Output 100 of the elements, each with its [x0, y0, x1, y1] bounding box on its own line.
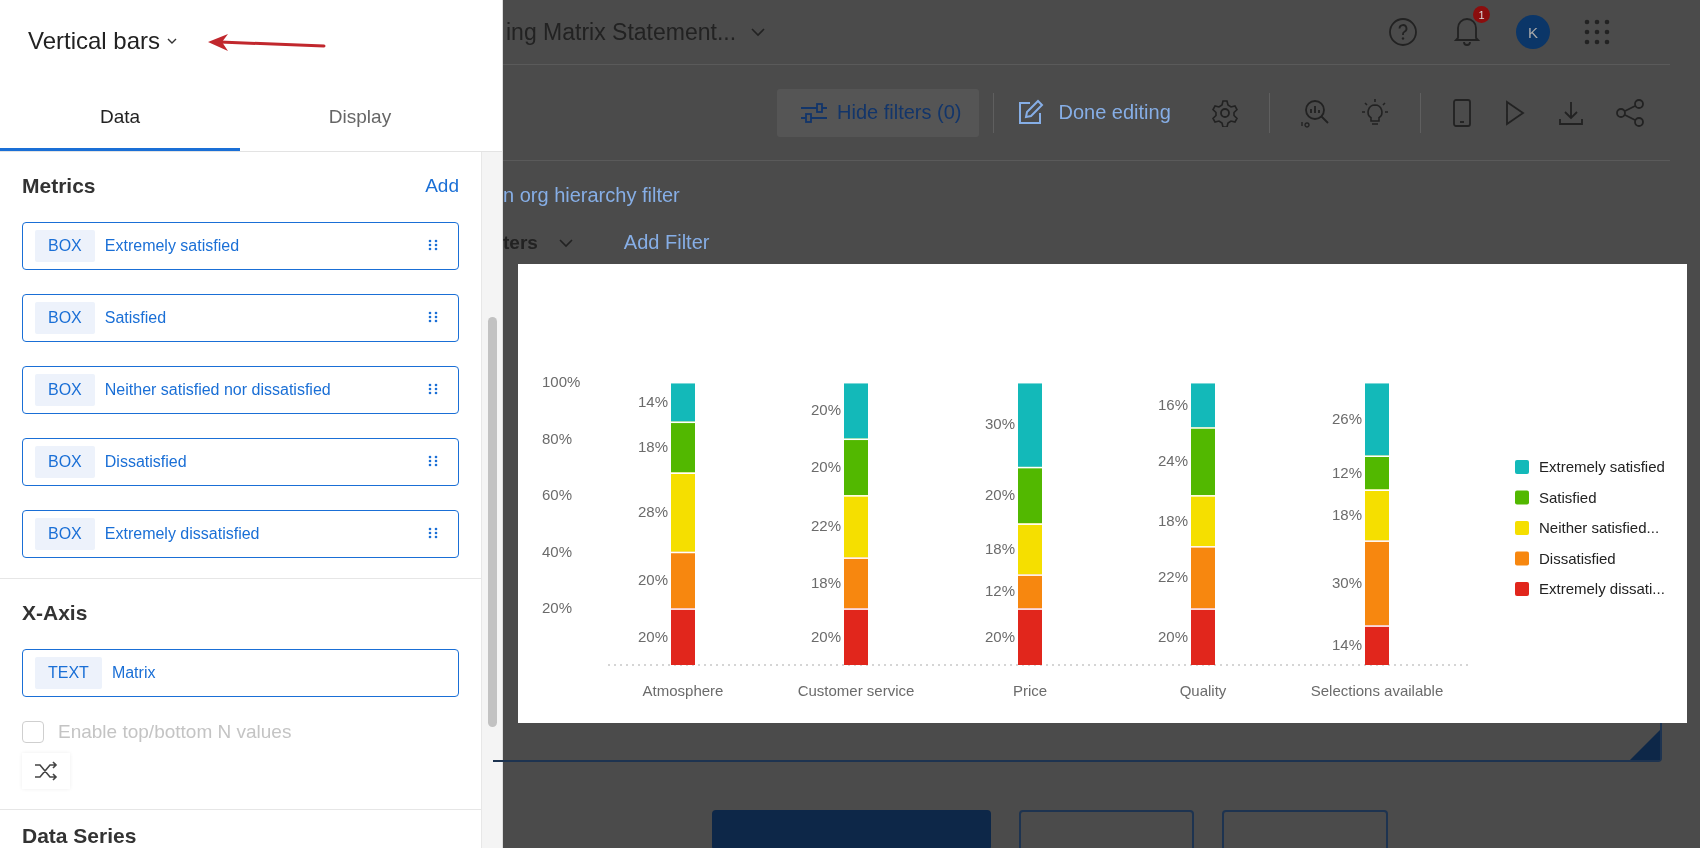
- category-label: Atmosphere: [642, 682, 724, 699]
- value-label: 20%: [984, 627, 1015, 645]
- help-icon[interactable]: [1388, 17, 1418, 47]
- legend-label: Neither satisfied...: [1539, 519, 1660, 536]
- y-axis-label: 60%: [542, 486, 573, 504]
- category-label: Selections available: [1310, 682, 1444, 699]
- value-label: 22%: [810, 517, 841, 535]
- drag-handle-icon[interactable]: [428, 383, 438, 397]
- pencil-icon: [1016, 98, 1045, 127]
- lightbulb-icon[interactable]: [1359, 97, 1390, 128]
- section-title: X-Axis: [22, 601, 88, 625]
- y-axis-label: 80%: [542, 429, 573, 447]
- mobile-phone-icon[interactable]: [1450, 97, 1473, 128]
- value-label: 24%: [1157, 452, 1188, 470]
- chevron-down-icon: [166, 36, 179, 45]
- value-label: 14%: [1331, 636, 1362, 654]
- primary-button[interactable]: [712, 810, 991, 848]
- category-label: Quality: [1179, 682, 1227, 699]
- drag-handle-icon[interactable]: [428, 239, 438, 253]
- done-editing-button[interactable]: Done editing: [1016, 98, 1171, 127]
- axis-label: Matrix: [111, 664, 157, 682]
- metric-label: Dissatisfied: [104, 453, 188, 471]
- y-axis-label: 20%: [542, 599, 573, 617]
- value-label: 12%: [984, 582, 1015, 600]
- type-tag: BOX: [35, 518, 95, 550]
- drag-handle-icon[interactable]: [428, 311, 438, 325]
- bar-segment: [844, 495, 868, 558]
- scrollbar-thumb[interactable]: [487, 317, 497, 727]
- metric-field[interactable]: BOX Dissatisfied: [22, 438, 459, 486]
- sliders-icon: [799, 100, 829, 125]
- checkbox-label: Enable top/bottom N values: [58, 721, 292, 743]
- chevron-down-icon: [557, 237, 574, 248]
- insights-search-icon[interactable]: [1299, 97, 1330, 128]
- type-tag: TEXT: [35, 657, 102, 689]
- type-tag: BOX: [35, 230, 95, 262]
- value-label: 16%: [1157, 395, 1188, 413]
- metric-field[interactable]: BOX Extremely satisfied: [22, 222, 459, 270]
- tab[interactable]: Display: [240, 85, 480, 151]
- value-label: 22%: [1157, 568, 1188, 586]
- value-label: 12%: [1331, 463, 1362, 481]
- metric-label: Extremely dissatisfied: [104, 525, 261, 543]
- value-label: 18%: [637, 438, 668, 456]
- bar-segment: [1191, 546, 1215, 609]
- type-tag: BOX: [35, 446, 95, 478]
- value-label: 30%: [1331, 573, 1362, 591]
- metric-label: Satisfied: [104, 309, 168, 327]
- drag-handle-icon[interactable]: [428, 527, 438, 541]
- value-label: 18%: [984, 539, 1015, 557]
- outline-button[interactable]: [1222, 810, 1388, 848]
- shuffle-icon: [34, 761, 58, 781]
- app-grid-icon[interactable]: [1584, 19, 1610, 45]
- value-label: 18%: [1331, 506, 1362, 523]
- value-label: 26%: [1331, 409, 1362, 427]
- legend-label: Extremely dissati...: [1539, 580, 1665, 597]
- section-title: Metrics: [22, 174, 96, 198]
- outline-button[interactable]: [1019, 810, 1194, 848]
- value-label: 20%: [810, 457, 841, 475]
- category-label: Price: [1012, 682, 1048, 699]
- settings-icon[interactable]: [1210, 98, 1239, 127]
- user-avatar[interactable]: K: [1516, 15, 1550, 49]
- legend-label: Extremely satisfied: [1539, 458, 1665, 475]
- metric-field[interactable]: BOX Satisfied: [22, 294, 459, 342]
- bar-segment: [844, 382, 868, 439]
- bar-segment: [1191, 608, 1215, 665]
- category-label: Customer service: [797, 682, 915, 699]
- metric-field[interactable]: BOX Neither satisfied nor dissatisfied: [22, 366, 459, 414]
- value-label: 14%: [637, 392, 668, 410]
- y-axis-label: 40%: [542, 542, 573, 560]
- type-tag: BOX: [35, 302, 95, 334]
- metric-label: Extremely satisfied: [104, 237, 241, 255]
- y-axis-label: 100%: [542, 373, 581, 390]
- bar-segment: [844, 438, 868, 496]
- bar-segment: [671, 382, 695, 422]
- value-label: 30%: [984, 415, 1015, 433]
- value-label: 20%: [810, 627, 841, 645]
- section-title: Data Series: [22, 824, 138, 848]
- value-label: 20%: [637, 571, 668, 589]
- bar-segment: [1191, 495, 1215, 547]
- value-label: 28%: [637, 503, 668, 521]
- add-filter-link[interactable]: Add Filter: [623, 231, 710, 254]
- metric-field[interactable]: BOX Extremely dissatisfied: [22, 510, 459, 558]
- org-hierarchy-filter-link[interactable]: n org hierarchy filter: [503, 184, 1700, 207]
- bar-segment: [671, 551, 695, 609]
- shuffle-button[interactable]: [22, 753, 70, 789]
- legend-label: Satisfied: [1539, 488, 1597, 506]
- add-link[interactable]: Add: [425, 175, 459, 197]
- notification-badge: 1: [1473, 6, 1490, 23]
- drag-handle-icon[interactable]: [428, 455, 438, 469]
- bar-segment: [844, 608, 868, 665]
- tab[interactable]: Data: [0, 85, 240, 151]
- value-label: 18%: [1157, 511, 1188, 529]
- chart-type-dropdown[interactable]: Vertical bars: [28, 26, 179, 59]
- chevron-down-icon[interactable]: [750, 27, 767, 37]
- legend-label: Dissatisfied: [1539, 549, 1616, 567]
- type-tag: BOX: [35, 374, 95, 406]
- axis-field[interactable]: TEXT Matrix: [22, 649, 459, 697]
- share-icon[interactable]: [1614, 98, 1645, 127]
- value-label: 20%: [637, 627, 668, 645]
- resize-handle-icon[interactable]: [1630, 730, 1660, 760]
- bar-segment: [671, 608, 695, 665]
